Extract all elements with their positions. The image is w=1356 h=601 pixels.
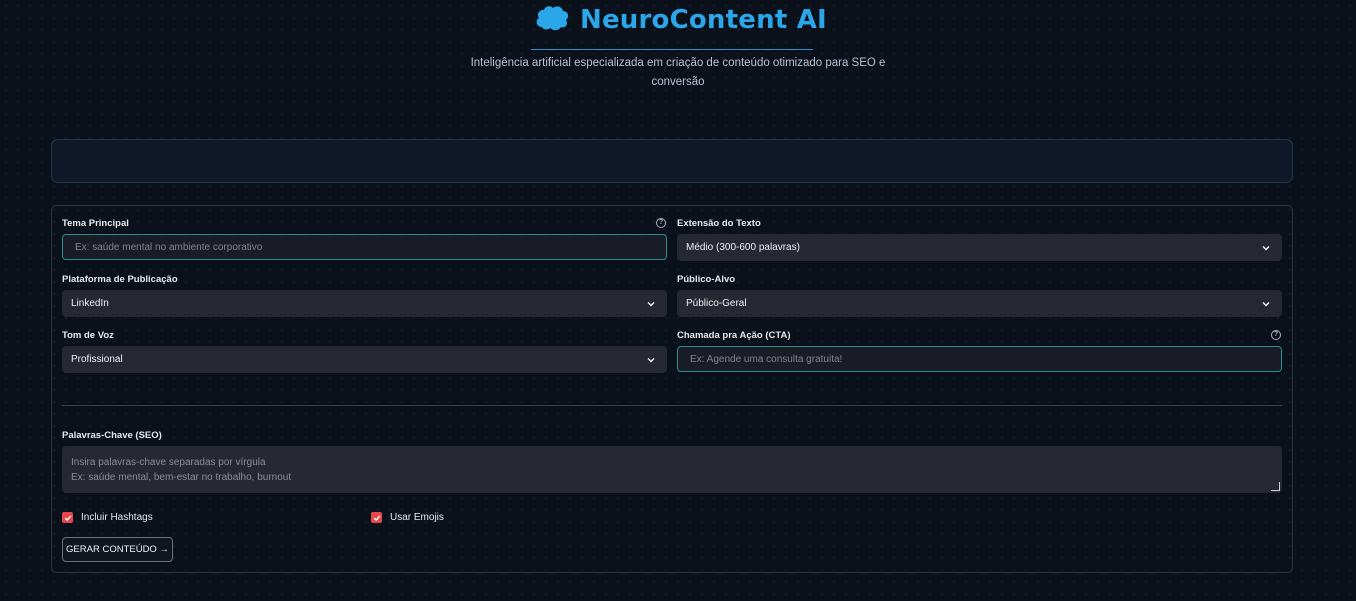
keywords-placeholder-line2: Ex: saúde mental, bem-estar no trabalho,…	[71, 472, 292, 483]
tema-label: Tema Principal	[62, 218, 129, 229]
checkbox-checked-icon[interactable]	[62, 512, 73, 523]
keywords-placeholder-line1: Insira palavras-chave separadas por vírg…	[71, 457, 266, 468]
publico-select[interactable]: Público-Geral	[677, 290, 1282, 317]
emojis-label: Usar Emojis	[390, 512, 444, 523]
brain-icon	[534, 3, 570, 38]
tema-placeholder: Ex: saúde mental no ambiente corporativo	[75, 241, 263, 253]
generate-content-button[interactable]: GERAR CONTEÚDO →	[62, 537, 173, 562]
info-banner	[51, 139, 1293, 183]
cta-input[interactable]: Ex: Agende uma consulta gratuita!	[677, 346, 1282, 372]
keywords-label: Palavras-Chave (SEO)	[62, 430, 162, 441]
app-title: NeuroContent AI	[580, 5, 827, 35]
cta-placeholder: Ex: Agende uma consulta gratuita!	[690, 353, 843, 365]
publico-label: Público-Alvo	[677, 274, 736, 285]
chevron-down-icon	[647, 357, 655, 363]
plataforma-label: Plataforma de Publicação	[62, 274, 178, 285]
title-underline	[531, 49, 813, 50]
help-icon[interactable]: ?	[1271, 330, 1281, 340]
tom-select[interactable]: Profissional	[62, 346, 667, 373]
chevron-down-icon	[647, 301, 655, 307]
help-icon[interactable]: ?	[656, 218, 666, 228]
app-subtitle: Inteligência artificial especializada em…	[470, 57, 886, 88]
tom-label: Tom de Voz	[62, 330, 114, 341]
form-divider	[62, 405, 1282, 406]
plataforma-value: LinkedIn	[71, 298, 109, 309]
chevron-down-icon	[1262, 301, 1270, 307]
hashtags-label: Incluir Hashtags	[81, 512, 153, 523]
plataforma-select[interactable]: LinkedIn	[62, 290, 667, 317]
cta-label: Chamada pra Ação (CTA)	[677, 330, 791, 341]
tema-input[interactable]: Ex: saúde mental no ambiente corporativo	[62, 234, 667, 260]
emojis-checkbox[interactable]: Usar Emojis	[371, 512, 444, 523]
extensao-select[interactable]: Médio (300-600 palavras)	[677, 234, 1282, 261]
checkbox-checked-icon[interactable]	[371, 512, 382, 523]
chevron-down-icon	[1262, 245, 1270, 251]
hashtags-checkbox[interactable]: Incluir Hashtags	[62, 512, 153, 523]
resize-handle[interactable]	[1271, 482, 1280, 491]
tom-value: Profissional	[71, 354, 123, 365]
brand: NeuroContent AI	[534, 2, 827, 38]
publico-value: Público-Geral	[686, 298, 747, 309]
extensao-value: Médio (300-600 palavras)	[686, 242, 800, 253]
keywords-textarea[interactable]: Insira palavras-chave separadas por vírg…	[62, 446, 1282, 493]
extensao-label: Extensão do Texto	[677, 218, 761, 229]
